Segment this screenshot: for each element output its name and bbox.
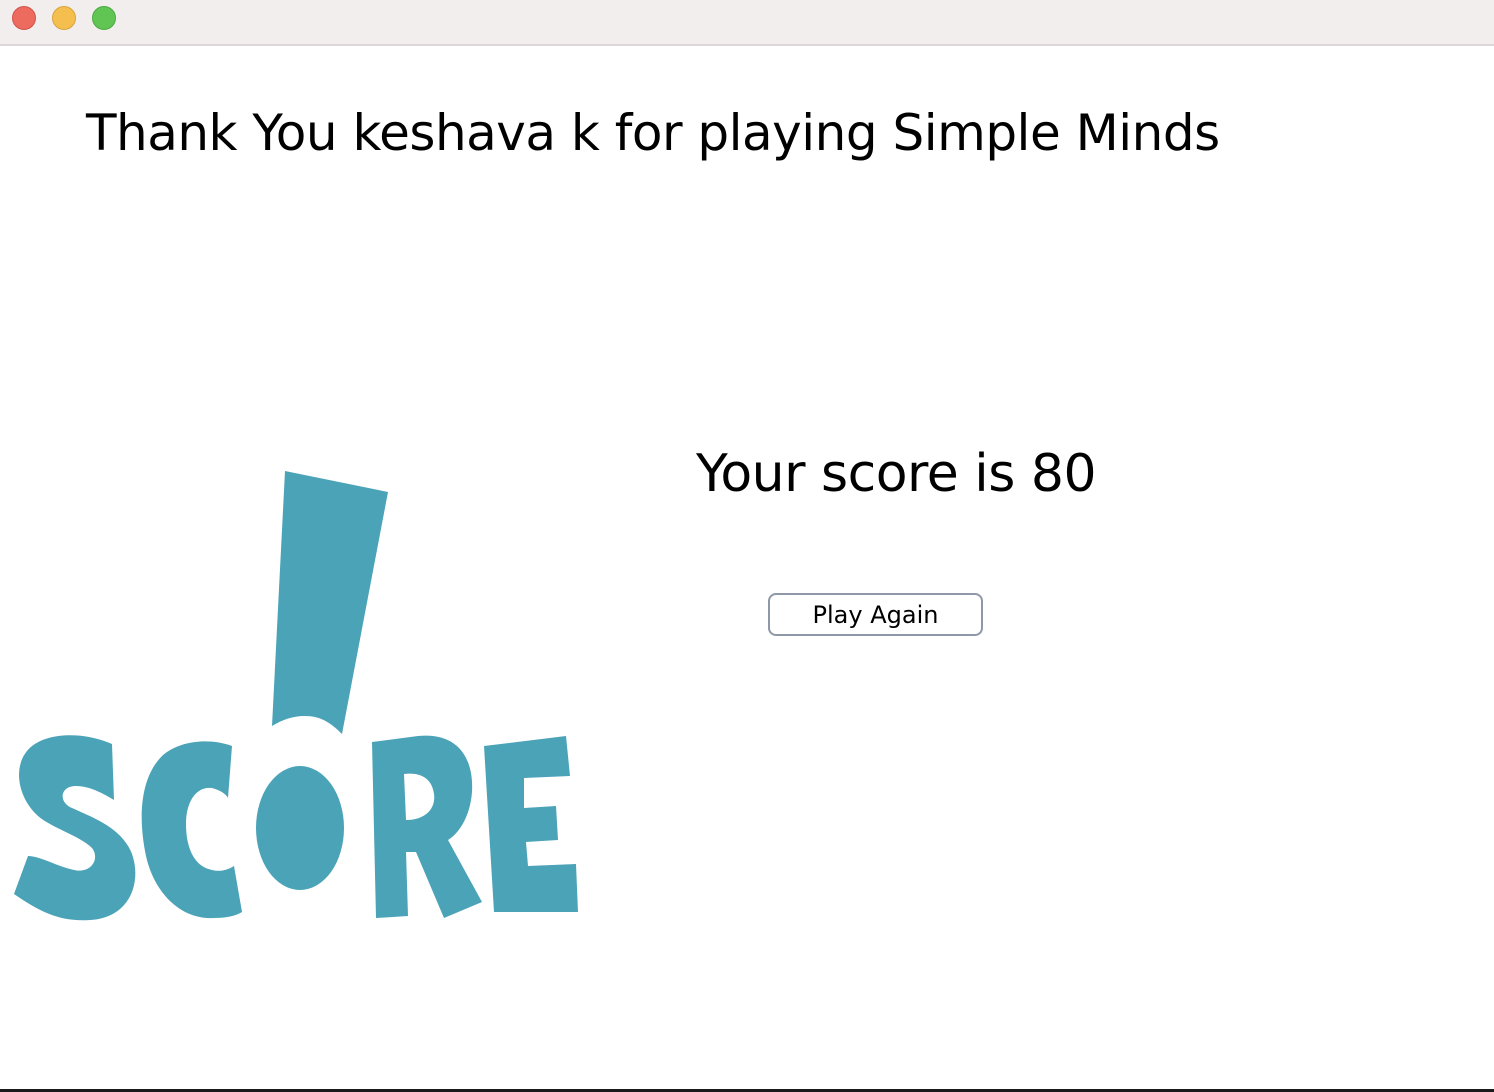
close-window-button[interactable] <box>12 6 36 30</box>
score-message: Your score is 80 <box>696 444 1097 504</box>
minimize-window-button[interactable] <box>52 6 76 30</box>
score-logo-icon <box>14 471 578 921</box>
zoom-window-button[interactable] <box>92 6 116 30</box>
thank-you-message: Thank You keshava k for playing Simple M… <box>86 104 1220 162</box>
main-content: Thank You keshava k for playing Simple M… <box>0 46 1494 1092</box>
app-window: Thank You keshava k for playing Simple M… <box>0 0 1494 1092</box>
title-bar <box>0 0 1494 46</box>
play-again-button[interactable]: Play Again <box>768 593 983 636</box>
